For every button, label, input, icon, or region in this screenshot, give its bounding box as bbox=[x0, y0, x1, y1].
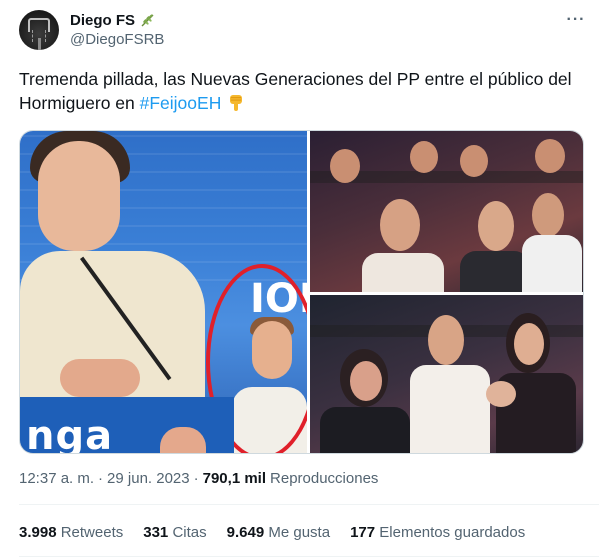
audience-head bbox=[478, 201, 514, 251]
audience-shirt bbox=[460, 251, 530, 292]
poster-face bbox=[160, 427, 206, 453]
audience-head bbox=[460, 145, 488, 177]
audience-shirt bbox=[320, 407, 410, 453]
more-icon: ··· bbox=[566, 11, 586, 28]
hashtag-link[interactable]: #FeijooEH bbox=[140, 93, 222, 113]
bookmarks-count: 177 bbox=[350, 524, 376, 541]
retweets-stat[interactable]: 3.998 Retweets bbox=[19, 524, 123, 541]
engagement-stats: 3.998 Retweets 331 Citas 9.649 Me gusta … bbox=[19, 524, 525, 541]
media-image-bottom-right[interactable] bbox=[310, 295, 583, 453]
audience-shirt bbox=[362, 253, 444, 292]
retweets-label: Retweets bbox=[60, 524, 124, 541]
media-image-main[interactable]: ION nga bbox=[20, 131, 307, 454]
tweet: Diego FS @DiegoFSRB ··· Tremenda pillada… bbox=[0, 0, 615, 557]
audience-head bbox=[330, 149, 360, 183]
divider bbox=[19, 504, 599, 505]
audience-head bbox=[535, 139, 565, 173]
pole-graphic bbox=[38, 38, 41, 50]
author-display-name[interactable]: Diego FS bbox=[70, 12, 135, 29]
audience-head bbox=[350, 361, 382, 401]
tweet-text: Tremenda pillada, las Nuevas Generacione… bbox=[19, 67, 599, 115]
bookmarks-stat[interactable]: 177 Elementos guardados bbox=[350, 524, 525, 541]
views-label: Reproducciones bbox=[270, 470, 379, 487]
audience-head bbox=[532, 193, 564, 237]
views-count: 790,1 mil bbox=[202, 470, 267, 487]
meta-separator: · bbox=[98, 470, 104, 487]
audience-head bbox=[514, 323, 544, 365]
more-options-button[interactable]: ··· bbox=[566, 10, 586, 30]
audience-shirt bbox=[410, 365, 490, 453]
pointing-down-emoji-icon bbox=[230, 95, 243, 111]
quotes-count: 331 bbox=[143, 524, 169, 541]
author-handle[interactable]: @DiegoFSRB bbox=[70, 31, 164, 48]
author-name-row: Diego FS bbox=[70, 10, 157, 30]
lectern-text: nga bbox=[26, 413, 114, 454]
clapping-hands bbox=[486, 381, 516, 407]
avatar[interactable] bbox=[19, 10, 59, 50]
meta-separator: · bbox=[193, 470, 199, 487]
speaker-hand bbox=[60, 359, 140, 397]
audience-head bbox=[380, 199, 420, 251]
olive-branch-icon bbox=[141, 14, 154, 27]
retweets-count: 3.998 bbox=[19, 524, 57, 541]
audience-head bbox=[410, 141, 438, 173]
audience-shirt bbox=[522, 235, 582, 292]
audience-head bbox=[428, 315, 464, 365]
tweet-time[interactable]: 12:37 a. m. bbox=[19, 470, 94, 487]
tweet-meta: 12:37 a. m. · 29 jun. 2023 · 790,1 mil R… bbox=[19, 470, 378, 487]
tweet-body: Tremenda pillada, las Nuevas Generacione… bbox=[19, 69, 572, 113]
likes-label: Me gusta bbox=[268, 524, 331, 541]
media-image-top-right[interactable] bbox=[310, 131, 583, 292]
speaker-face bbox=[38, 141, 120, 251]
quotes-label: Citas bbox=[172, 524, 207, 541]
likes-stat[interactable]: 9.649 Me gusta bbox=[227, 524, 330, 541]
tweet-date[interactable]: 29 jun. 2023 bbox=[107, 470, 190, 487]
bookmarks-label: Elementos guardados bbox=[379, 524, 526, 541]
likes-count: 9.649 bbox=[226, 524, 265, 541]
media-grid[interactable]: ION nga bbox=[19, 130, 584, 454]
quotes-stat[interactable]: 331 Citas bbox=[143, 524, 206, 541]
